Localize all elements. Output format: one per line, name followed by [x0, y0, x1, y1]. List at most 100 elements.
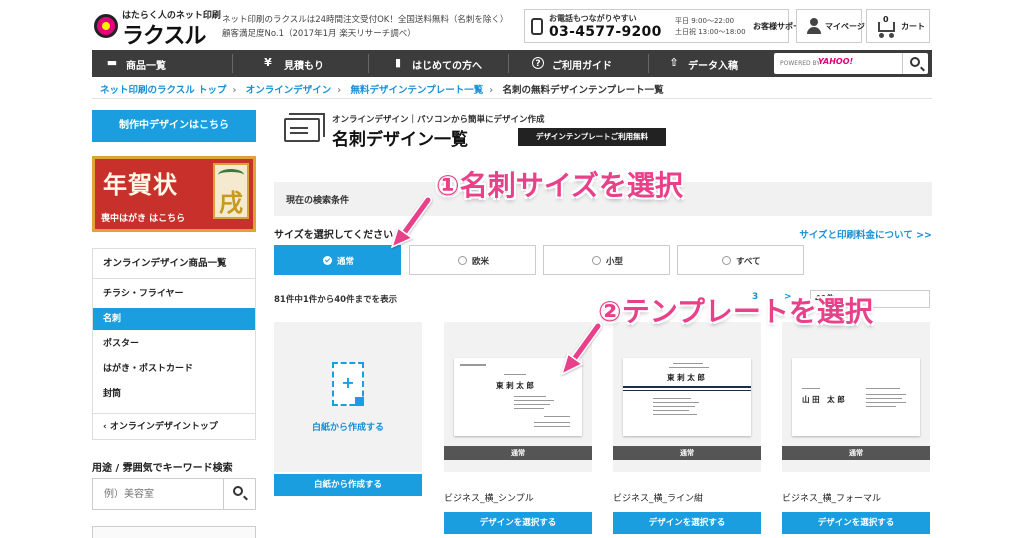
template-size-tag: 通常: [613, 446, 761, 460]
search-icon: [910, 57, 920, 67]
keyword-search-input[interactable]: [94, 480, 222, 508]
breadcrumb-link-online-design[interactable]: オンラインデザイン: [246, 82, 332, 96]
nengajo-banner[interactable]: 年賀状 喪中はがき はこちら 戌: [92, 156, 256, 232]
template-size-tag: 通常: [782, 446, 930, 460]
breadcrumb: ネット印刷のラクスル トップ › オンラインデザイン › 無料デザインテンプレート一…: [100, 82, 664, 96]
nav-item-upload[interactable]: ⇧ データ入稿: [658, 50, 768, 77]
business-card-icon: [284, 118, 320, 142]
template-card-name: 東 刺 太 郎: [496, 381, 534, 390]
printer-icon: ▬: [106, 56, 118, 69]
size-option-label: 小型: [606, 257, 624, 267]
size-select-label: サイズを選択してください: [274, 230, 394, 241]
menu-item-business-card[interactable]: 名刺: [93, 308, 255, 330]
menu-item-flyer[interactable]: チラシ・フライヤー: [93, 283, 255, 305]
blank-create-button[interactable]: 白紙から作成する: [274, 474, 422, 496]
nav-item-products[interactable]: ▬ 商品一覧: [92, 50, 210, 77]
person-icon: [807, 18, 821, 35]
main-nav: ▬ 商品一覧 ¥ 見積もり ▮ はじめての方へ ? ご利用ガイド ⇧ データ入稿…: [92, 50, 932, 77]
blank-template-text: 白紙から作成する: [311, 423, 384, 433]
yahoo-brand: YAHOO!: [818, 57, 854, 66]
size-option-label: 通常: [337, 257, 355, 267]
mypage-label: マイページ: [825, 22, 865, 31]
result-count: 81件中1件から40件までを表示: [274, 295, 398, 305]
sidebar-next-box: [92, 526, 256, 538]
template-card-name: 山 田 太 郎: [802, 395, 845, 404]
menu-item-postcard[interactable]: はがき・ポストカード: [93, 358, 255, 380]
annotation-step-2: ②テンプレートを選択: [598, 295, 873, 328]
nav-item-estimate[interactable]: ¥ 見積もり: [242, 50, 360, 77]
size-option-label: 欧米: [472, 257, 490, 267]
template-card-simple[interactable]: 東 刺 太 郎 通常: [444, 322, 592, 472]
breadcrumb-current: 名刺の無料デザインテンプレート一覧: [502, 85, 664, 96]
raksul-logo[interactable]: はたらく人のネット印刷 ラクスル: [92, 8, 222, 49]
mypage-button[interactable]: マイページ: [796, 9, 865, 43]
menu-title: オンラインデザイン商品一覧: [93, 249, 255, 279]
select-design-button[interactable]: デザインを選択する: [782, 512, 930, 534]
keyword-search-button[interactable]: [223, 479, 255, 509]
chevron-left-icon: ‹: [103, 422, 110, 432]
menu-item-poster[interactable]: ポスター: [93, 333, 255, 355]
select-design-button[interactable]: デザインを選択する: [613, 512, 761, 534]
yen-icon: ¥: [264, 56, 272, 69]
radio-icon: [722, 256, 731, 265]
header-tagline: ネット印刷のラクスルは24時間注文受付OK！全国送料無料（名刺を除く） 顧客満足…: [222, 13, 508, 41]
phone-support-box[interactable]: お電話もつながりやすい 03-4577-9200 平日 9:00～22:00 土…: [524, 9, 809, 43]
page-eyebrow: オンラインデザイン｜パソコンから簡単にデザイン作成: [332, 115, 545, 125]
tagline-line-1: ネット印刷のラクスルは24時間注文受付OK！全国送料無料（名刺を除く）: [222, 15, 509, 25]
template-preview: 東 刺 太 郎: [454, 358, 582, 436]
cart-button[interactable]: 0 カート: [866, 9, 930, 43]
nav-label: はじめての方へ: [412, 61, 482, 72]
nav-item-first-time[interactable]: ▮ はじめての方へ: [378, 50, 502, 77]
template-name: ビジネス_横_シンプル: [444, 494, 534, 504]
nav-item-guide[interactable]: ? ご利用ガイド: [518, 50, 642, 77]
template-preview: 山 田 太 郎: [792, 358, 920, 436]
radio-icon: [592, 256, 601, 265]
shield-icon: ▮: [394, 56, 402, 69]
in-progress-design-button[interactable]: 制作中デザインはこちら: [92, 110, 256, 142]
template-size-tag: 通常: [444, 446, 592, 460]
page-title: 名刺デザイン一覧: [332, 130, 468, 150]
template-card-formal[interactable]: 山 田 太 郎 通常: [782, 322, 930, 472]
blank-document-icon: +: [332, 362, 364, 406]
breadcrumb-link-top[interactable]: ネット印刷のラクスル トップ: [100, 82, 227, 96]
size-option-standard[interactable]: 通常: [274, 245, 401, 275]
select-design-button[interactable]: デザインを選択する: [444, 512, 592, 534]
hours-weekday: 平日 9:00～22:00: [675, 17, 735, 25]
template-card-name: 東 刺 太 郎: [667, 373, 705, 382]
help-icon: ?: [532, 57, 544, 69]
size-option-small[interactable]: 小型: [543, 245, 670, 275]
upload-icon: ⇧: [669, 56, 679, 69]
logo-mark-icon: [94, 14, 118, 38]
template-name: ビジネス_横_フォーマル: [782, 494, 882, 504]
size-option-western[interactable]: 欧米: [409, 245, 536, 275]
free-badge: デザインテンプレートご利用無料: [518, 128, 666, 146]
site-header: はたらく人のネット印刷 ラクスル ネット印刷のラクスルは24時間注文受付OK！全…: [92, 8, 932, 49]
phone-hours: 平日 9:00～22:00 土日祝 13:00～18:00: [675, 16, 746, 38]
keyword-search: [92, 478, 256, 510]
banner-card-image: 戌: [213, 163, 249, 219]
product-menu: オンラインデザイン商品一覧 チラシ・フライヤー 名刺 ポスター はがき・ポストカ…: [92, 248, 256, 440]
site-search: YAHOO!: [774, 53, 928, 74]
template-name: ビジネス_横_ライン紺: [613, 494, 704, 504]
phone-caption: お電話もつながりやすい: [549, 14, 637, 23]
size-price-link[interactable]: サイズと印刷料金について >>: [799, 227, 932, 241]
blank-template-card[interactable]: + 白紙から作成する: [274, 322, 422, 472]
template-card-line-navy[interactable]: 東 刺 太 郎 通常: [613, 322, 761, 472]
phone-number: 03-4577-9200: [549, 24, 662, 40]
menu-back-link[interactable]: ‹ オンラインデザイントップ: [93, 413, 255, 439]
search-icon: [233, 486, 243, 496]
menu-back-label: オンラインデザイントップ: [109, 422, 218, 432]
breadcrumb-link-templates[interactable]: 無料デザインテンプレート一覧: [351, 82, 484, 96]
radio-checked-icon: [323, 256, 332, 265]
logo-text: ラクスル: [122, 24, 206, 49]
nav-label: 見積もり: [284, 61, 324, 72]
size-option-all[interactable]: すべて: [677, 245, 804, 275]
template-preview: 東 刺 太 郎: [623, 358, 751, 436]
menu-item-envelope[interactable]: 封筒: [93, 383, 255, 405]
site-search-button[interactable]: [902, 53, 928, 74]
keyword-search-label: 用途 / 雰囲気でキーワード検索: [92, 463, 233, 474]
radio-icon: [458, 256, 467, 265]
search-conditions-label: 現在の検索条件: [286, 196, 350, 206]
tagline-line-2: 顧客満足度No.1（2017年1月 楽天リサーチ調べ）: [222, 29, 416, 39]
phone-icon: [531, 18, 543, 35]
